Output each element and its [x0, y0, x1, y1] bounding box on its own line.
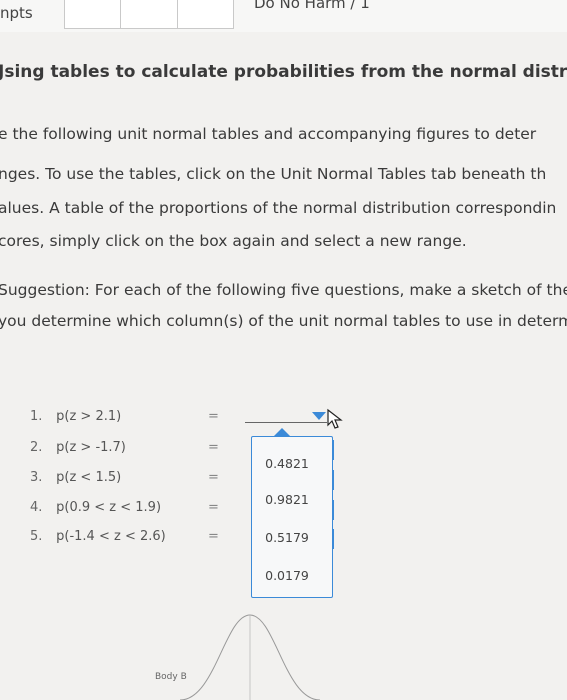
question-row: 5. p(-1.4 < z < 2.6) =	[30, 529, 219, 549]
attempt-box	[65, 0, 122, 28]
question-number: 5.	[30, 529, 43, 544]
equals-sign: =	[208, 500, 219, 515]
question-expression: p(z > 2.1)	[56, 409, 122, 424]
dropdown-option[interactable]: 0.9821	[258, 489, 316, 511]
instruction-line: e the following unit normal tables and a…	[0, 125, 537, 143]
page: npts Do No Harm / 1 Jsing tables to calc…	[0, 0, 567, 700]
suggestion-line: you determine which column(s) of the uni…	[0, 312, 567, 330]
question-expression: p(z < 1.5)	[56, 470, 122, 485]
question-expression: p(0.9 < z < 1.9)	[56, 500, 162, 515]
points-label: npts	[0, 4, 33, 22]
question-row: 4. p(0.9 < z < 1.9) =	[30, 500, 219, 520]
equals-sign: =	[208, 440, 219, 455]
question-number: 4.	[30, 500, 43, 515]
equals-sign: =	[208, 529, 219, 544]
dropdown-option[interactable]: 0.4821	[258, 453, 316, 475]
figure-label: Body B	[155, 672, 187, 682]
attempt-box	[121, 0, 178, 28]
question-row: 1. p(z > 2.1) =	[30, 409, 219, 429]
answer-dropdown-q1[interactable]	[245, 422, 327, 423]
question-expression: p(z > -1.7)	[56, 440, 126, 455]
dropdown-options-list: 0.4821 0.9821 0.5179 0.0179	[251, 436, 333, 598]
document-title: Do No Harm / 1	[254, 0, 370, 12]
dropdown-caret-icon	[274, 428, 290, 436]
question-number: 2.	[30, 440, 43, 455]
instruction-line: cores, simply click on the box again and…	[0, 232, 467, 250]
mouse-cursor-icon	[327, 408, 343, 429]
question-row: 3. p(z < 1.5) =	[30, 470, 219, 490]
normal-curve-figure	[180, 614, 320, 700]
instruction-line: alues. A table of the proportions of the…	[0, 199, 557, 217]
section-title: Jsing tables to calculate probabilities …	[0, 62, 567, 82]
instruction-line: nges. To use the tables, click on the Un…	[0, 165, 547, 183]
chevron-down-icon[interactable]	[312, 412, 326, 420]
equals-sign: =	[208, 470, 219, 485]
dropdown-option[interactable]: 0.0179	[258, 565, 316, 587]
header-strip: npts Do No Harm / 1	[0, 0, 567, 32]
attempt-box	[178, 0, 233, 28]
question-number: 1.	[30, 409, 43, 424]
equals-sign: =	[208, 409, 219, 424]
question-number: 3.	[30, 470, 43, 485]
question-expression: p(-1.4 < z < 2.6)	[56, 529, 166, 544]
attempt-boxes	[64, 0, 234, 29]
dropdown-option[interactable]: 0.5179	[258, 527, 316, 549]
question-row: 2. p(z > -1.7) =	[30, 440, 219, 460]
suggestion-line: Suggestion: For each of the following fi…	[0, 281, 567, 299]
